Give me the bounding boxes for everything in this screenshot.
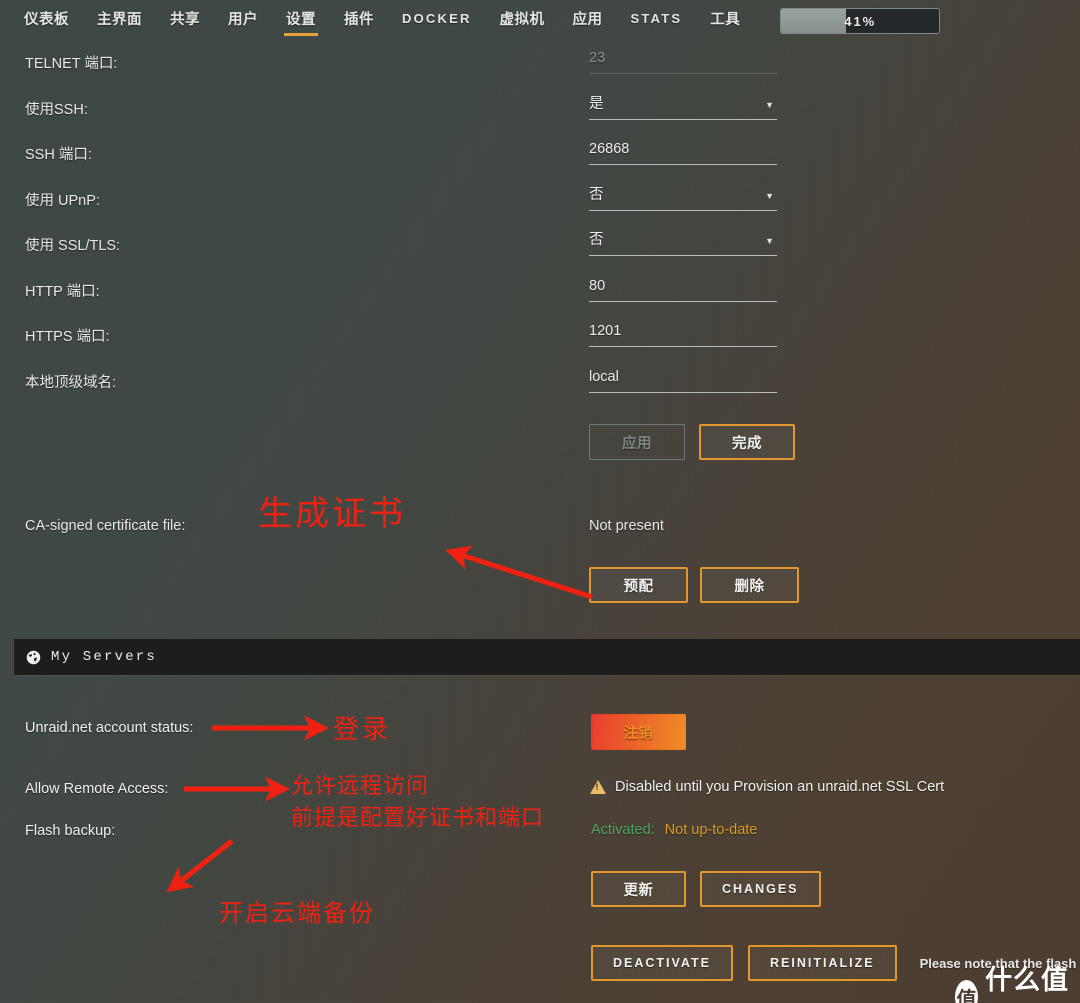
flash-backup-label: Flash backup:: [25, 823, 116, 839]
settings-field-value: 23: [589, 50, 606, 66]
remote-access-warning-text: Disabled until you Provision an unraid.n…: [615, 779, 945, 795]
settings-field-value: 1201: [589, 323, 622, 339]
annotation-cloud-backup: 开启云端备份: [219, 899, 375, 927]
signout-button-wrap: 注销: [591, 714, 686, 750]
settings-row-label: 使用 SSL/TLS:: [25, 238, 121, 254]
nav-item-8[interactable]: 应用: [571, 4, 605, 38]
settings-row: 本地顶级域名: local: [0, 365, 1080, 411]
field-underline: [589, 300, 777, 302]
settings-field-value: local: [589, 368, 619, 385]
settings-select[interactable]: 是 ▼: [589, 94, 777, 120]
nav-item-1[interactable]: 主界面: [95, 4, 144, 38]
reinitialize-button[interactable]: REINITIALIZE: [748, 945, 897, 981]
settings-row-label: TELNET 端口:: [25, 56, 118, 72]
apply-button[interactable]: 应用: [589, 424, 685, 460]
progress-label: 41%: [844, 13, 877, 29]
arrow-generate-cert: [445, 545, 593, 600]
nav-item-10[interactable]: 工具: [708, 4, 742, 38]
nav-item-list: 仪表板 主界面 共享 用户 设置 插件 DOCKER 虚拟机 应用 STATS 工具: [10, 4, 754, 38]
globe-icon: [26, 650, 41, 665]
settings-field-value: 否: [589, 186, 604, 203]
warning-triangle-icon: [590, 780, 606, 794]
settings-row: 使用 UPnP: 否 ▼: [0, 183, 1080, 229]
nav-item-3[interactable]: 用户: [226, 4, 260, 38]
deactivate-button[interactable]: DEACTIVATE: [591, 945, 734, 981]
annotation-remote-line1: 允许远程访问: [291, 774, 430, 799]
settings-field-value: 80: [589, 277, 606, 294]
chevron-down-icon: ▼: [765, 99, 774, 110]
settings-row-label: 使用SSH:: [25, 101, 88, 118]
changes-button[interactable]: CHANGES: [700, 871, 821, 907]
my-servers-section-header: My Servers: [14, 639, 1080, 675]
delete-certificate-button[interactable]: 删除: [700, 567, 799, 603]
ca-certificate-status: Not present: [589, 518, 664, 534]
settings-row-label: 使用 UPnP:: [25, 192, 100, 209]
settings-row-label: HTTP 端口:: [25, 283, 100, 300]
field-underline: [589, 164, 777, 165]
account-status-label: Unraid.net account status:: [25, 720, 194, 736]
settings-row: HTTP 端口: 80: [0, 274, 1080, 320]
flash-backup-status: Activated: Not up-to-date: [591, 822, 757, 838]
settings-row: SSH 端口: 26868: [0, 137, 1080, 183]
my-servers-title: My Servers: [51, 649, 158, 665]
form-action-buttons: 应用 完成: [589, 424, 795, 460]
nav-item-5[interactable]: 插件: [342, 4, 376, 38]
signout-button[interactable]: 注销: [591, 714, 686, 750]
settings-field-value: 否: [589, 232, 604, 248]
settings-input[interactable]: 80: [589, 276, 777, 302]
done-button[interactable]: 完成: [699, 424, 795, 460]
field-underline: [589, 346, 777, 347]
settings-input[interactable]: 26868: [589, 139, 777, 165]
activated-key: Activated:: [591, 822, 655, 838]
watermark-badge-icon: 值: [955, 980, 979, 1003]
chevron-down-icon: ▼: [765, 236, 774, 246]
nav-item-4[interactable]: 设置: [284, 4, 318, 38]
settings-select[interactable]: 否 ▼: [589, 185, 777, 211]
flash-backup-actions-row1: 更新 CHANGES: [591, 871, 821, 907]
ca-certificate-label: CA-signed certificate file:: [25, 518, 186, 534]
allow-remote-access-label: Allow Remote Access:: [25, 781, 169, 797]
annotation-login: 登录: [333, 715, 392, 745]
settings-input[interactable]: 1201: [589, 321, 777, 347]
field-underline: [589, 73, 777, 74]
field-underline: [589, 209, 777, 211]
nav-item-9[interactable]: STATS: [629, 7, 685, 35]
remote-access-warning: Disabled until you Provision an unraid.n…: [590, 779, 944, 795]
activated-value: Not up-to-date: [664, 822, 758, 838]
settings-row-label: HTTPS 端口:: [25, 329, 110, 345]
field-underline: [589, 391, 777, 393]
network-settings-form: TELNET 端口: 23 使用SSH: 是 ▼ SSH 端口: 26868 使用 UPnP:…: [0, 46, 1080, 410]
flash-backup-actions-row2: DEACTIVATE REINITIALIZE Please note that…: [591, 945, 1080, 981]
settings-row: HTTPS 端口: 1201: [0, 319, 1080, 365]
settings-select[interactable]: 否 ▼: [589, 230, 777, 256]
settings-input: 23: [589, 48, 777, 74]
nav-item-2[interactable]: 共享: [168, 4, 202, 38]
field-underline: [589, 118, 777, 120]
annotation-remote-line2: 前提是配置好证书和端口: [291, 806, 545, 831]
settings-field-value: 是: [589, 95, 604, 112]
nav-item-0[interactable]: 仪表板: [22, 4, 71, 38]
nav-item-7[interactable]: 虚拟机: [498, 4, 547, 38]
nav-item-6[interactable]: DOCKER: [400, 7, 474, 35]
settings-row: 使用 SSL/TLS: 否 ▼: [0, 228, 1080, 274]
update-button[interactable]: 更新: [591, 871, 686, 907]
settings-row-label: 本地顶级域名:: [25, 374, 117, 391]
array-usage-progress[interactable]: 41%: [780, 8, 941, 34]
annotation-generate-cert: 生成证书: [258, 494, 406, 534]
page-root: 仪表板 主界面 共享 用户 设置 插件 DOCKER 虚拟机 应用 STATS 工具 41% TEL…: [0, 0, 1080, 1003]
settings-row: TELNET 端口: 23: [0, 46, 1080, 92]
field-underline: [589, 255, 777, 256]
settings-row-label: SSH 端口:: [25, 147, 92, 163]
chevron-down-icon: ▼: [765, 190, 774, 201]
settings-input[interactable]: local: [589, 367, 777, 393]
flash-backup-note: Please note that the flash backu: [919, 955, 1080, 971]
settings-row: 使用SSH: 是 ▼: [0, 92, 1080, 138]
settings-field-value: 26868: [589, 141, 630, 157]
main-navigation: 仪表板 主界面 共享 用户 设置 插件 DOCKER 虚拟机 应用 STATS 工具 41%: [0, 0, 1080, 42]
arrow-cloud-backup: [166, 839, 234, 893]
ca-certificate-actions: 预配 删除: [589, 567, 799, 603]
provision-button[interactable]: 预配: [589, 567, 688, 603]
